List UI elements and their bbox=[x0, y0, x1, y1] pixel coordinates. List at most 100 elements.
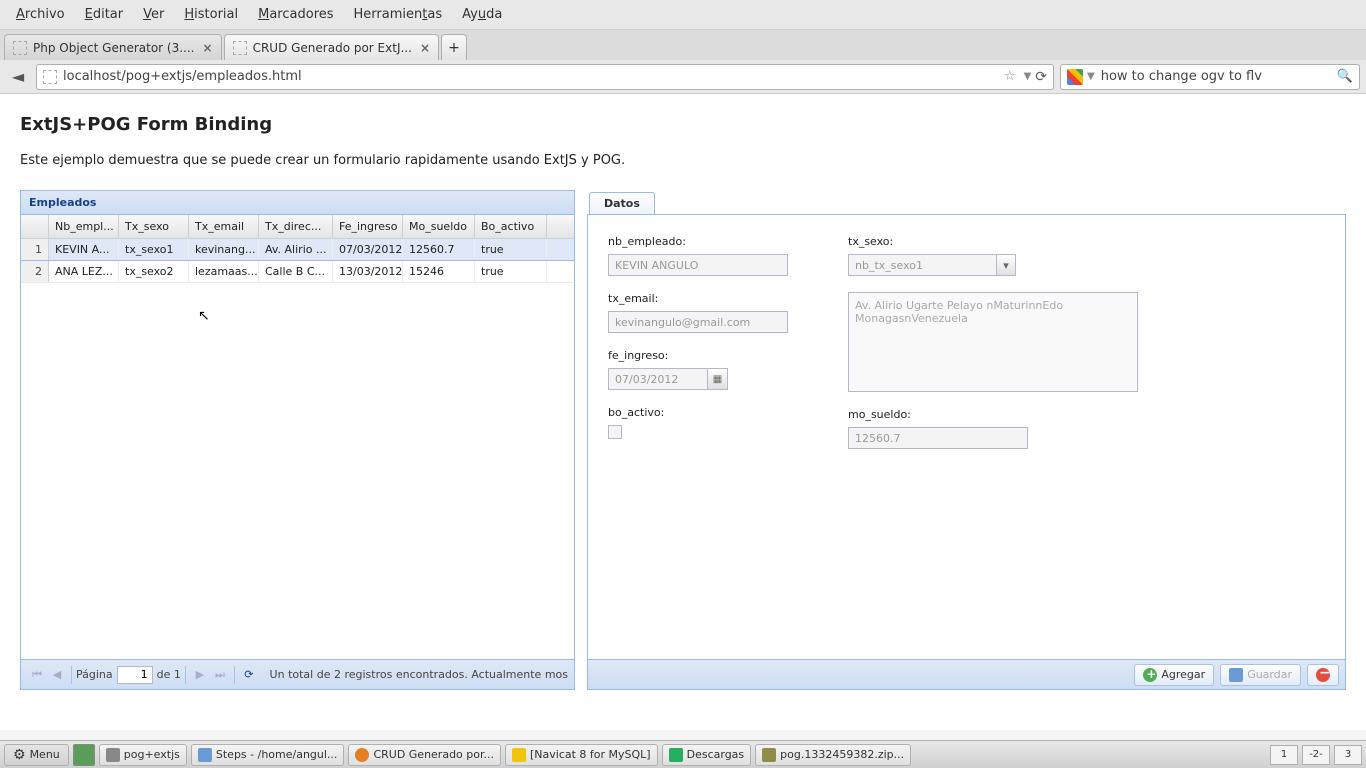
page-description: Este ejemplo demuestra que se puede crea… bbox=[20, 153, 1346, 168]
task-firefox[interactable]: CRUD Generado por... bbox=[348, 744, 501, 766]
tab-favicon bbox=[233, 41, 247, 55]
page-label: Página bbox=[76, 668, 113, 681]
form-col-left: nb_empleado: tx_email: fe_ingreso: ▦ bo_… bbox=[608, 235, 788, 639]
reload-icon[interactable]: ⟳ bbox=[1035, 69, 1047, 85]
tx-direc-textarea[interactable] bbox=[848, 292, 1138, 392]
menu-herramientas[interactable]: Herramientas bbox=[344, 3, 453, 26]
form-toolbar: Agregar Guardar bbox=[587, 660, 1346, 690]
task-descargas[interactable]: Descargas bbox=[662, 744, 752, 766]
guardar-button[interactable]: Guardar bbox=[1220, 664, 1301, 686]
col-nb-empleado[interactable]: Nb_empl... bbox=[49, 215, 119, 238]
calendar-icon[interactable]: ▦ bbox=[708, 368, 728, 390]
label-tx-sexo: tx_sexo: bbox=[848, 235, 1138, 248]
navicat-icon bbox=[512, 748, 526, 762]
agregar-button[interactable]: Agregar bbox=[1134, 664, 1214, 686]
url-dropdown-icon[interactable]: ▼ bbox=[1024, 71, 1032, 82]
page-input[interactable] bbox=[117, 666, 153, 684]
workspace-3[interactable]: 3 bbox=[1334, 745, 1362, 765]
tab-label: Php Object Generator (3.... bbox=[33, 41, 195, 55]
workspace-2[interactable]: -2- bbox=[1302, 745, 1330, 765]
url-text[interactable]: localhost/pog+extjs/empleados.html bbox=[63, 69, 1000, 84]
url-box[interactable]: localhost/pog+extjs/empleados.html ☆ ▼ ⟳ bbox=[36, 64, 1054, 90]
label-mo-sueldo: mo_sueldo: bbox=[848, 408, 1138, 421]
close-icon[interactable]: × bbox=[420, 41, 430, 55]
bookmark-star-icon[interactable]: ☆ bbox=[1004, 69, 1016, 84]
cell: tx_sexo1 bbox=[119, 239, 189, 260]
tx-email-field[interactable] bbox=[608, 311, 788, 333]
menu-ayuda[interactable]: Ayuda bbox=[452, 3, 512, 26]
col-bo-activo[interactable]: Bo_activo bbox=[475, 215, 547, 238]
prev-page-icon[interactable]: ◀ bbox=[48, 666, 66, 684]
cell-rownum: 2 bbox=[21, 261, 49, 282]
col-tx-sexo[interactable]: Tx_sexo bbox=[119, 215, 189, 238]
show-desktop-button[interactable] bbox=[73, 744, 95, 766]
fe-ingreso-field[interactable] bbox=[608, 368, 708, 390]
tab-crud[interactable]: CRUD Generado por ExtJ... × bbox=[224, 34, 439, 60]
table-row[interactable]: 2 ANA LEZ... tx_sexo2 lezamaas... Calle … bbox=[21, 261, 574, 283]
task-filemanager[interactable]: pog+extjs bbox=[99, 744, 187, 766]
download-icon bbox=[669, 748, 683, 762]
menu-archivo[interactable]: Archivo bbox=[6, 3, 75, 26]
start-menu-button[interactable]: ⚙ Menu bbox=[4, 744, 69, 766]
ext-container: Empleados Nb_empl... Tx_sexo Tx_email Tx… bbox=[20, 190, 1346, 690]
cell: Av. Alirio ... bbox=[259, 239, 333, 260]
search-icon[interactable]: 🔍 bbox=[1337, 69, 1353, 84]
grid-columns: Nb_empl... Tx_sexo Tx_email Tx_direc... … bbox=[21, 215, 574, 239]
grid-title: Empleados bbox=[21, 191, 574, 215]
form-panel: Datos nb_empleado: tx_email: fe_ingreso:… bbox=[587, 190, 1346, 690]
refresh-icon[interactable]: ⟳ bbox=[240, 666, 258, 684]
taskbar: ⚙ Menu pog+extjs Steps - /home/angul... … bbox=[0, 740, 1366, 768]
table-row[interactable]: 1 KEVIN A... tx_sexo1 kevinang... Av. Al… bbox=[21, 239, 574, 261]
search-engine-dropdown-icon[interactable]: ▼ bbox=[1087, 71, 1095, 82]
menu-editar[interactable]: Editar bbox=[75, 3, 134, 26]
task-archive[interactable]: pog.1332459382.zip... bbox=[755, 744, 911, 766]
next-page-icon[interactable]: ▶ bbox=[191, 666, 209, 684]
bo-activo-checkbox[interactable] bbox=[608, 425, 622, 439]
label-fe-ingreso: fe_ingreso: bbox=[608, 349, 788, 362]
label-nb-empleado: nb_empleado: bbox=[608, 235, 788, 248]
page-title: ExtJS+POG Form Binding bbox=[20, 114, 1346, 135]
cell: tx_sexo2 bbox=[119, 261, 189, 282]
tx-sexo-combo[interactable]: nb_tx_sexo1 bbox=[848, 254, 1016, 276]
address-bar: ◄ localhost/pog+extjs/empleados.html ☆ ▼… bbox=[0, 60, 1366, 94]
search-box[interactable]: ▼ how to change ogv to flv 🔍 bbox=[1060, 64, 1360, 90]
form-body: nb_empleado: tx_email: fe_ingreso: ▦ bo_… bbox=[587, 214, 1346, 660]
cell: 07/03/2012 bbox=[333, 239, 403, 260]
cell: true bbox=[475, 239, 547, 260]
back-button[interactable]: ◄ bbox=[6, 65, 30, 89]
eliminar-button[interactable] bbox=[1307, 664, 1339, 686]
col-rownum[interactable] bbox=[21, 215, 49, 238]
close-icon[interactable]: × bbox=[203, 41, 213, 55]
firefox-icon bbox=[355, 748, 369, 762]
cell: 12560.7 bbox=[403, 239, 475, 260]
label-tx-email: tx_email: bbox=[608, 292, 788, 305]
col-tx-email[interactable]: Tx_email bbox=[189, 215, 259, 238]
task-navicat[interactable]: [Navicat 8 for MySQL] bbox=[505, 744, 658, 766]
search-text[interactable]: how to change ogv to flv bbox=[1101, 69, 1337, 84]
form-tabstrip: Datos bbox=[587, 190, 1346, 214]
nb-empleado-field[interactable] bbox=[608, 254, 788, 276]
grid-body: 1 KEVIN A... tx_sexo1 kevinang... Av. Al… bbox=[21, 239, 574, 659]
menu-marcadores[interactable]: Marcadores bbox=[248, 3, 343, 26]
new-tab-button[interactable]: + bbox=[441, 34, 467, 60]
google-icon bbox=[1067, 69, 1083, 85]
cell: KEVIN A... bbox=[49, 239, 119, 260]
task-steps[interactable]: Steps - /home/angul... bbox=[191, 744, 345, 766]
mo-sueldo-field[interactable] bbox=[848, 427, 1028, 449]
col-tx-direc[interactable]: Tx_direc... bbox=[259, 215, 333, 238]
col-mo-sueldo[interactable]: Mo_sueldo bbox=[403, 215, 475, 238]
workspace-switcher: 1 -2- 3 bbox=[1270, 745, 1362, 765]
workspace-1[interactable]: 1 bbox=[1270, 745, 1298, 765]
last-page-icon[interactable]: ⏭ bbox=[211, 666, 229, 684]
site-favicon bbox=[43, 70, 57, 84]
cell-rownum: 1 bbox=[21, 239, 49, 260]
tab-label: CRUD Generado por ExtJ... bbox=[253, 41, 412, 55]
paging-status: Un total de 2 registros encontrados. Act… bbox=[270, 668, 568, 681]
menubar: Archivo Editar Ver Historial Marcadores … bbox=[0, 0, 1366, 30]
tab-datos[interactable]: Datos bbox=[589, 192, 655, 214]
menu-historial[interactable]: Historial bbox=[174, 3, 248, 26]
col-fe-ingreso[interactable]: Fe_ingreso bbox=[333, 215, 403, 238]
tab-pog[interactable]: Php Object Generator (3.... × bbox=[4, 34, 222, 60]
first-page-icon[interactable]: ⏮ bbox=[28, 666, 46, 684]
menu-ver[interactable]: Ver bbox=[133, 3, 174, 26]
